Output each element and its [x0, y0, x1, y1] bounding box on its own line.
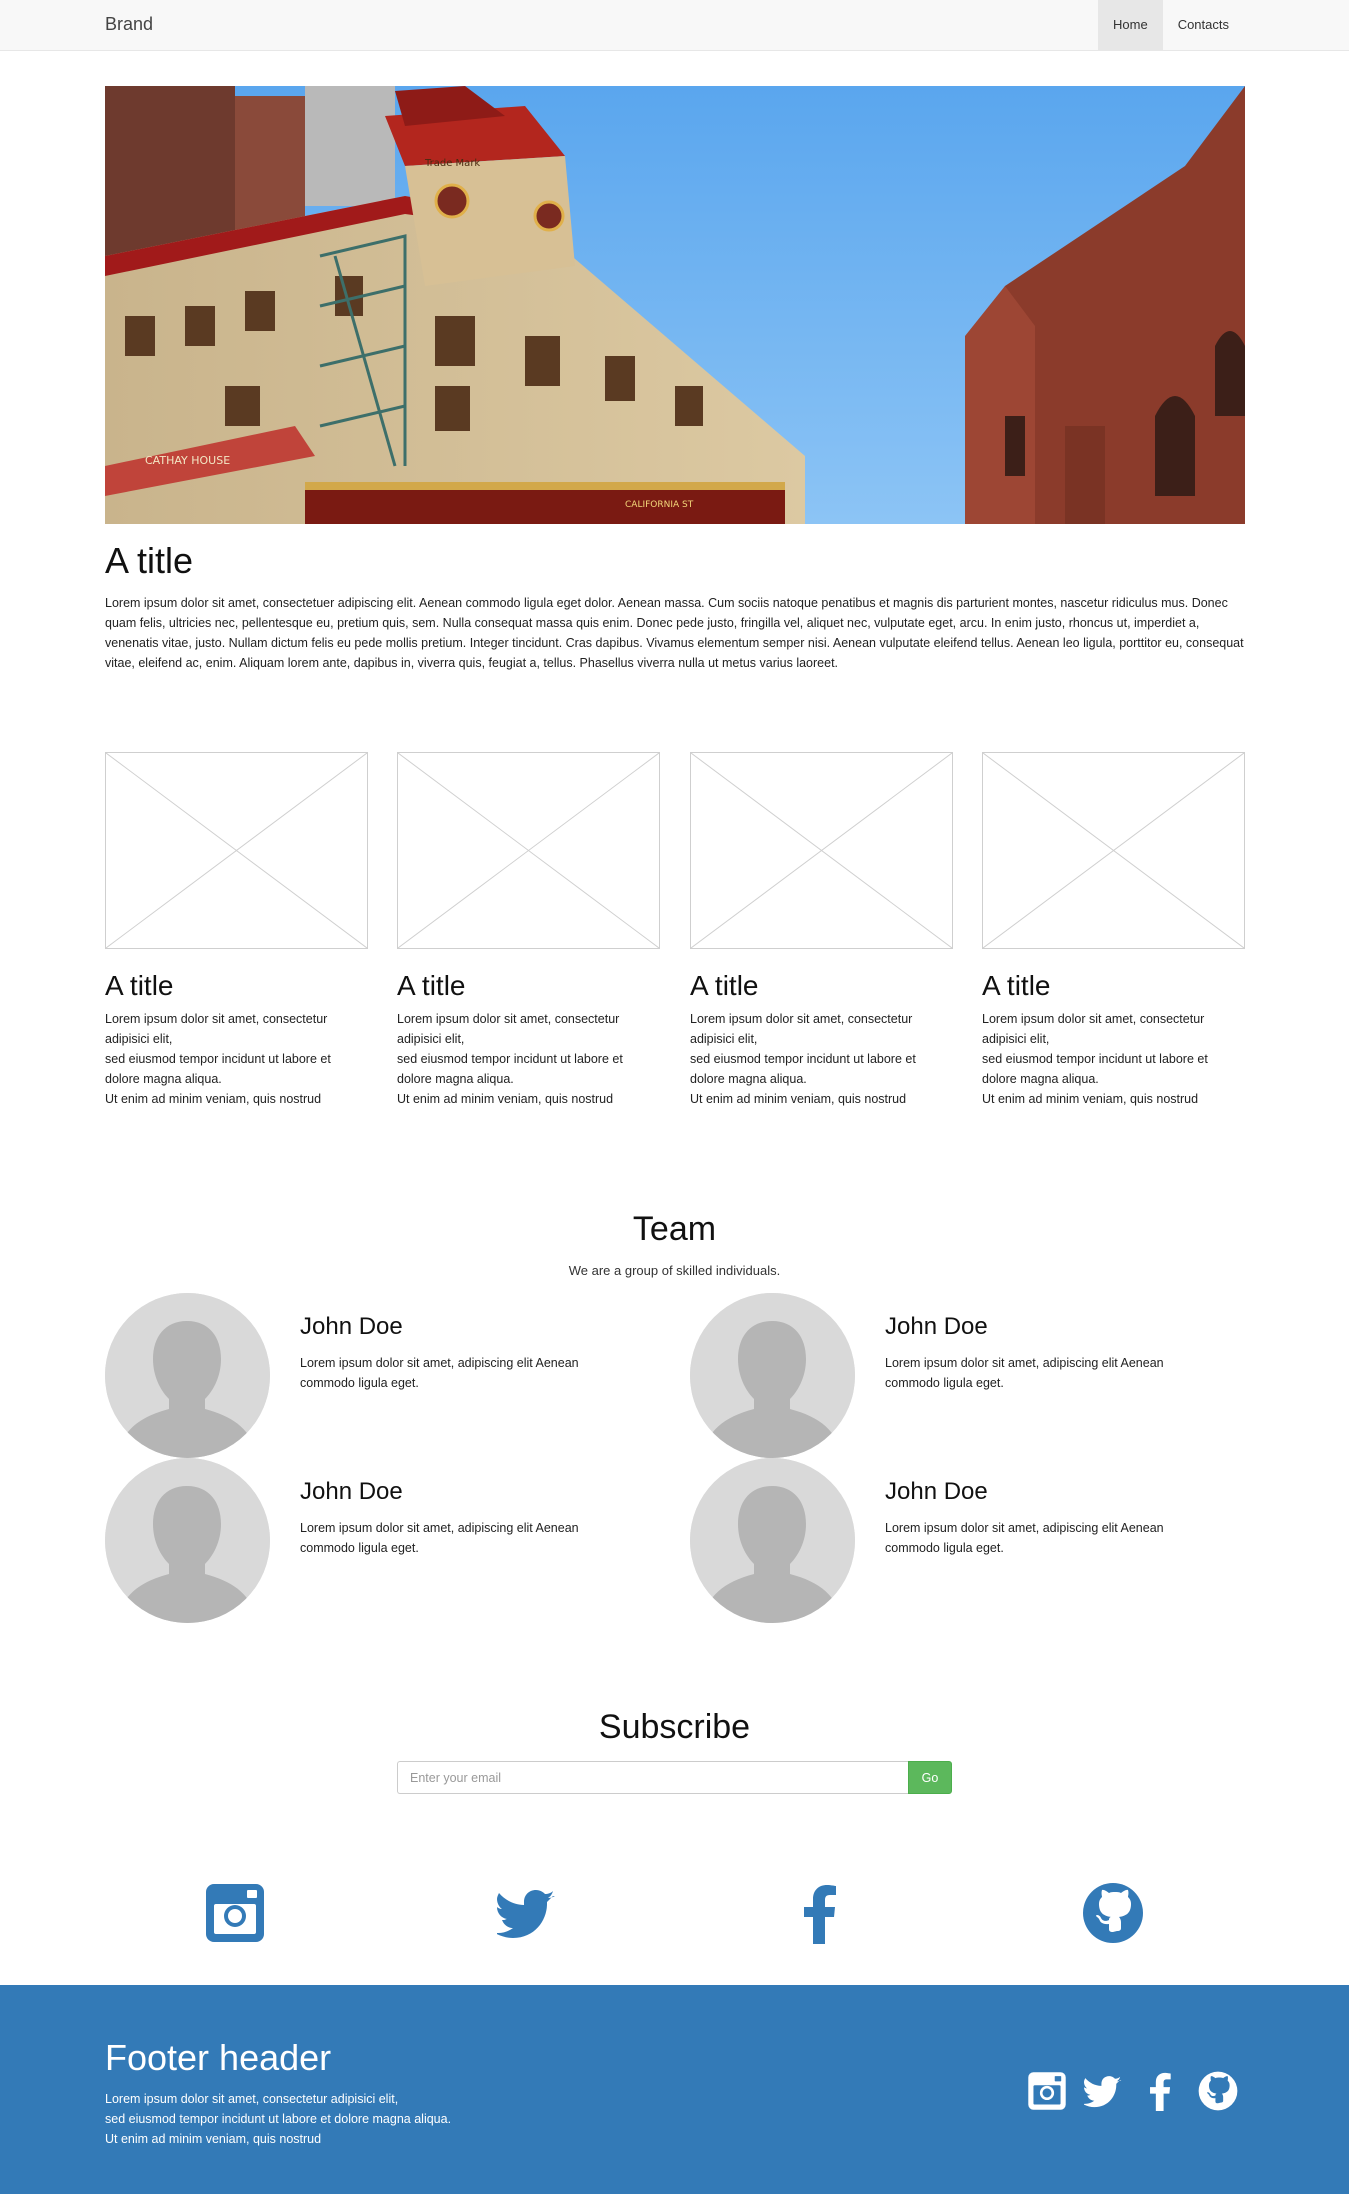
twitter-icon[interactable]	[497, 1882, 559, 1944]
subscribe-title: Subscribe	[598, 1708, 751, 1746]
hero-text: Lorem ipsum dolor sit amet, consectetuer…	[105, 596, 1244, 670]
footer-github-icon[interactable]	[1198, 2071, 1238, 2111]
image-placeholder	[397, 752, 660, 949]
nav-menu: Home Contacts	[1098, 0, 1244, 50]
team-member: John Doe Lorem ipsum dolor sit amet, adi…	[690, 1293, 1260, 1458]
feature-text: Lorem ipsum dolor sit amet, consectetur …	[690, 1012, 916, 1106]
facebook-icon[interactable]	[790, 1882, 852, 1944]
member-name: John Doe	[885, 1313, 988, 1340]
feature-card: A title Lorem ipsum dolor sit amet, cons…	[105, 752, 368, 1109]
footer-twitter-icon[interactable]	[1084, 2071, 1124, 2111]
avatar	[105, 1293, 270, 1458]
hero-title: A title	[105, 540, 194, 581]
member-bio: Lorem ipsum dolor sit amet, adipiscing e…	[300, 1356, 579, 1390]
feature-title: A title	[397, 970, 466, 1001]
avatar	[105, 1458, 270, 1623]
image-placeholder	[105, 752, 368, 949]
nav-item-contacts[interactable]: Contacts	[1163, 0, 1244, 50]
feature-title: A title	[105, 970, 174, 1001]
github-icon[interactable]	[1082, 1882, 1144, 1944]
brand-link[interactable]: Brand	[105, 14, 153, 35]
member-bio: Lorem ipsum dolor sit amet, adipiscing e…	[885, 1521, 1164, 1555]
feature-card: A title Lorem ipsum dolor sit amet, cons…	[690, 752, 953, 1109]
hero-sign-cathay: CATHAY HOUSE	[145, 454, 230, 467]
avatar	[690, 1458, 855, 1623]
hero-sign-california: CALIFORNIA ST	[625, 500, 694, 510]
member-bio: Lorem ipsum dolor sit amet, adipiscing e…	[885, 1356, 1164, 1390]
feature-title: A title	[690, 970, 759, 1001]
feature-text: Lorem ipsum dolor sit amet, consectetur …	[105, 1012, 331, 1106]
team-title: Team	[632, 1210, 717, 1248]
instagram-icon[interactable]	[204, 1882, 266, 1944]
feature-card: A title Lorem ipsum dolor sit amet, cons…	[982, 752, 1245, 1109]
features-section: A title Lorem ipsum dolor sit amet, cons…	[105, 752, 1245, 1112]
team-member: John Doe Lorem ipsum dolor sit amet, adi…	[105, 1458, 675, 1623]
member-name: John Doe	[300, 1478, 403, 1505]
hero-sign-trade: Trade Mark	[424, 158, 480, 169]
footer-facebook-icon[interactable]	[1141, 2071, 1181, 2111]
team-subtitle: We are a group of skilled individuals.	[568, 1263, 781, 1278]
feature-title: A title	[982, 970, 1051, 1001]
hero-image: Trade Mark CATHAY HOUSE CALIFORNIA ST	[105, 86, 1245, 524]
email-input[interactable]	[397, 1761, 908, 1794]
feature-text: Lorem ipsum dolor sit amet, consectetur …	[982, 1012, 1208, 1106]
member-bio: Lorem ipsum dolor sit amet, adipiscing e…	[300, 1521, 579, 1555]
footer-instagram-icon[interactable]	[1027, 2071, 1067, 2111]
nav-item-home[interactable]: Home	[1098, 0, 1163, 50]
image-placeholder	[982, 752, 1245, 949]
subscribe-button[interactable]: Go	[908, 1761, 952, 1794]
subscribe-form: Go	[397, 1761, 952, 1794]
image-placeholder	[690, 752, 953, 949]
feature-text: Lorem ipsum dolor sit amet, consectetur …	[397, 1012, 623, 1106]
footer-text: Lorem ipsum dolor sit amet, consectetur …	[105, 2092, 452, 2146]
team-member: John Doe Lorem ipsum dolor sit amet, adi…	[105, 1293, 675, 1458]
avatar	[690, 1293, 855, 1458]
team-member: John Doe Lorem ipsum dolor sit amet, adi…	[690, 1458, 1260, 1623]
navbar: Brand Home Contacts	[0, 0, 1349, 51]
footer: Footer header Lorem ipsum dolor sit amet…	[0, 1985, 1349, 2194]
feature-card: A title Lorem ipsum dolor sit amet, cons…	[397, 752, 660, 1109]
member-name: John Doe	[300, 1313, 403, 1340]
member-name: John Doe	[885, 1478, 988, 1505]
footer-title: Footer header	[105, 2037, 332, 2078]
